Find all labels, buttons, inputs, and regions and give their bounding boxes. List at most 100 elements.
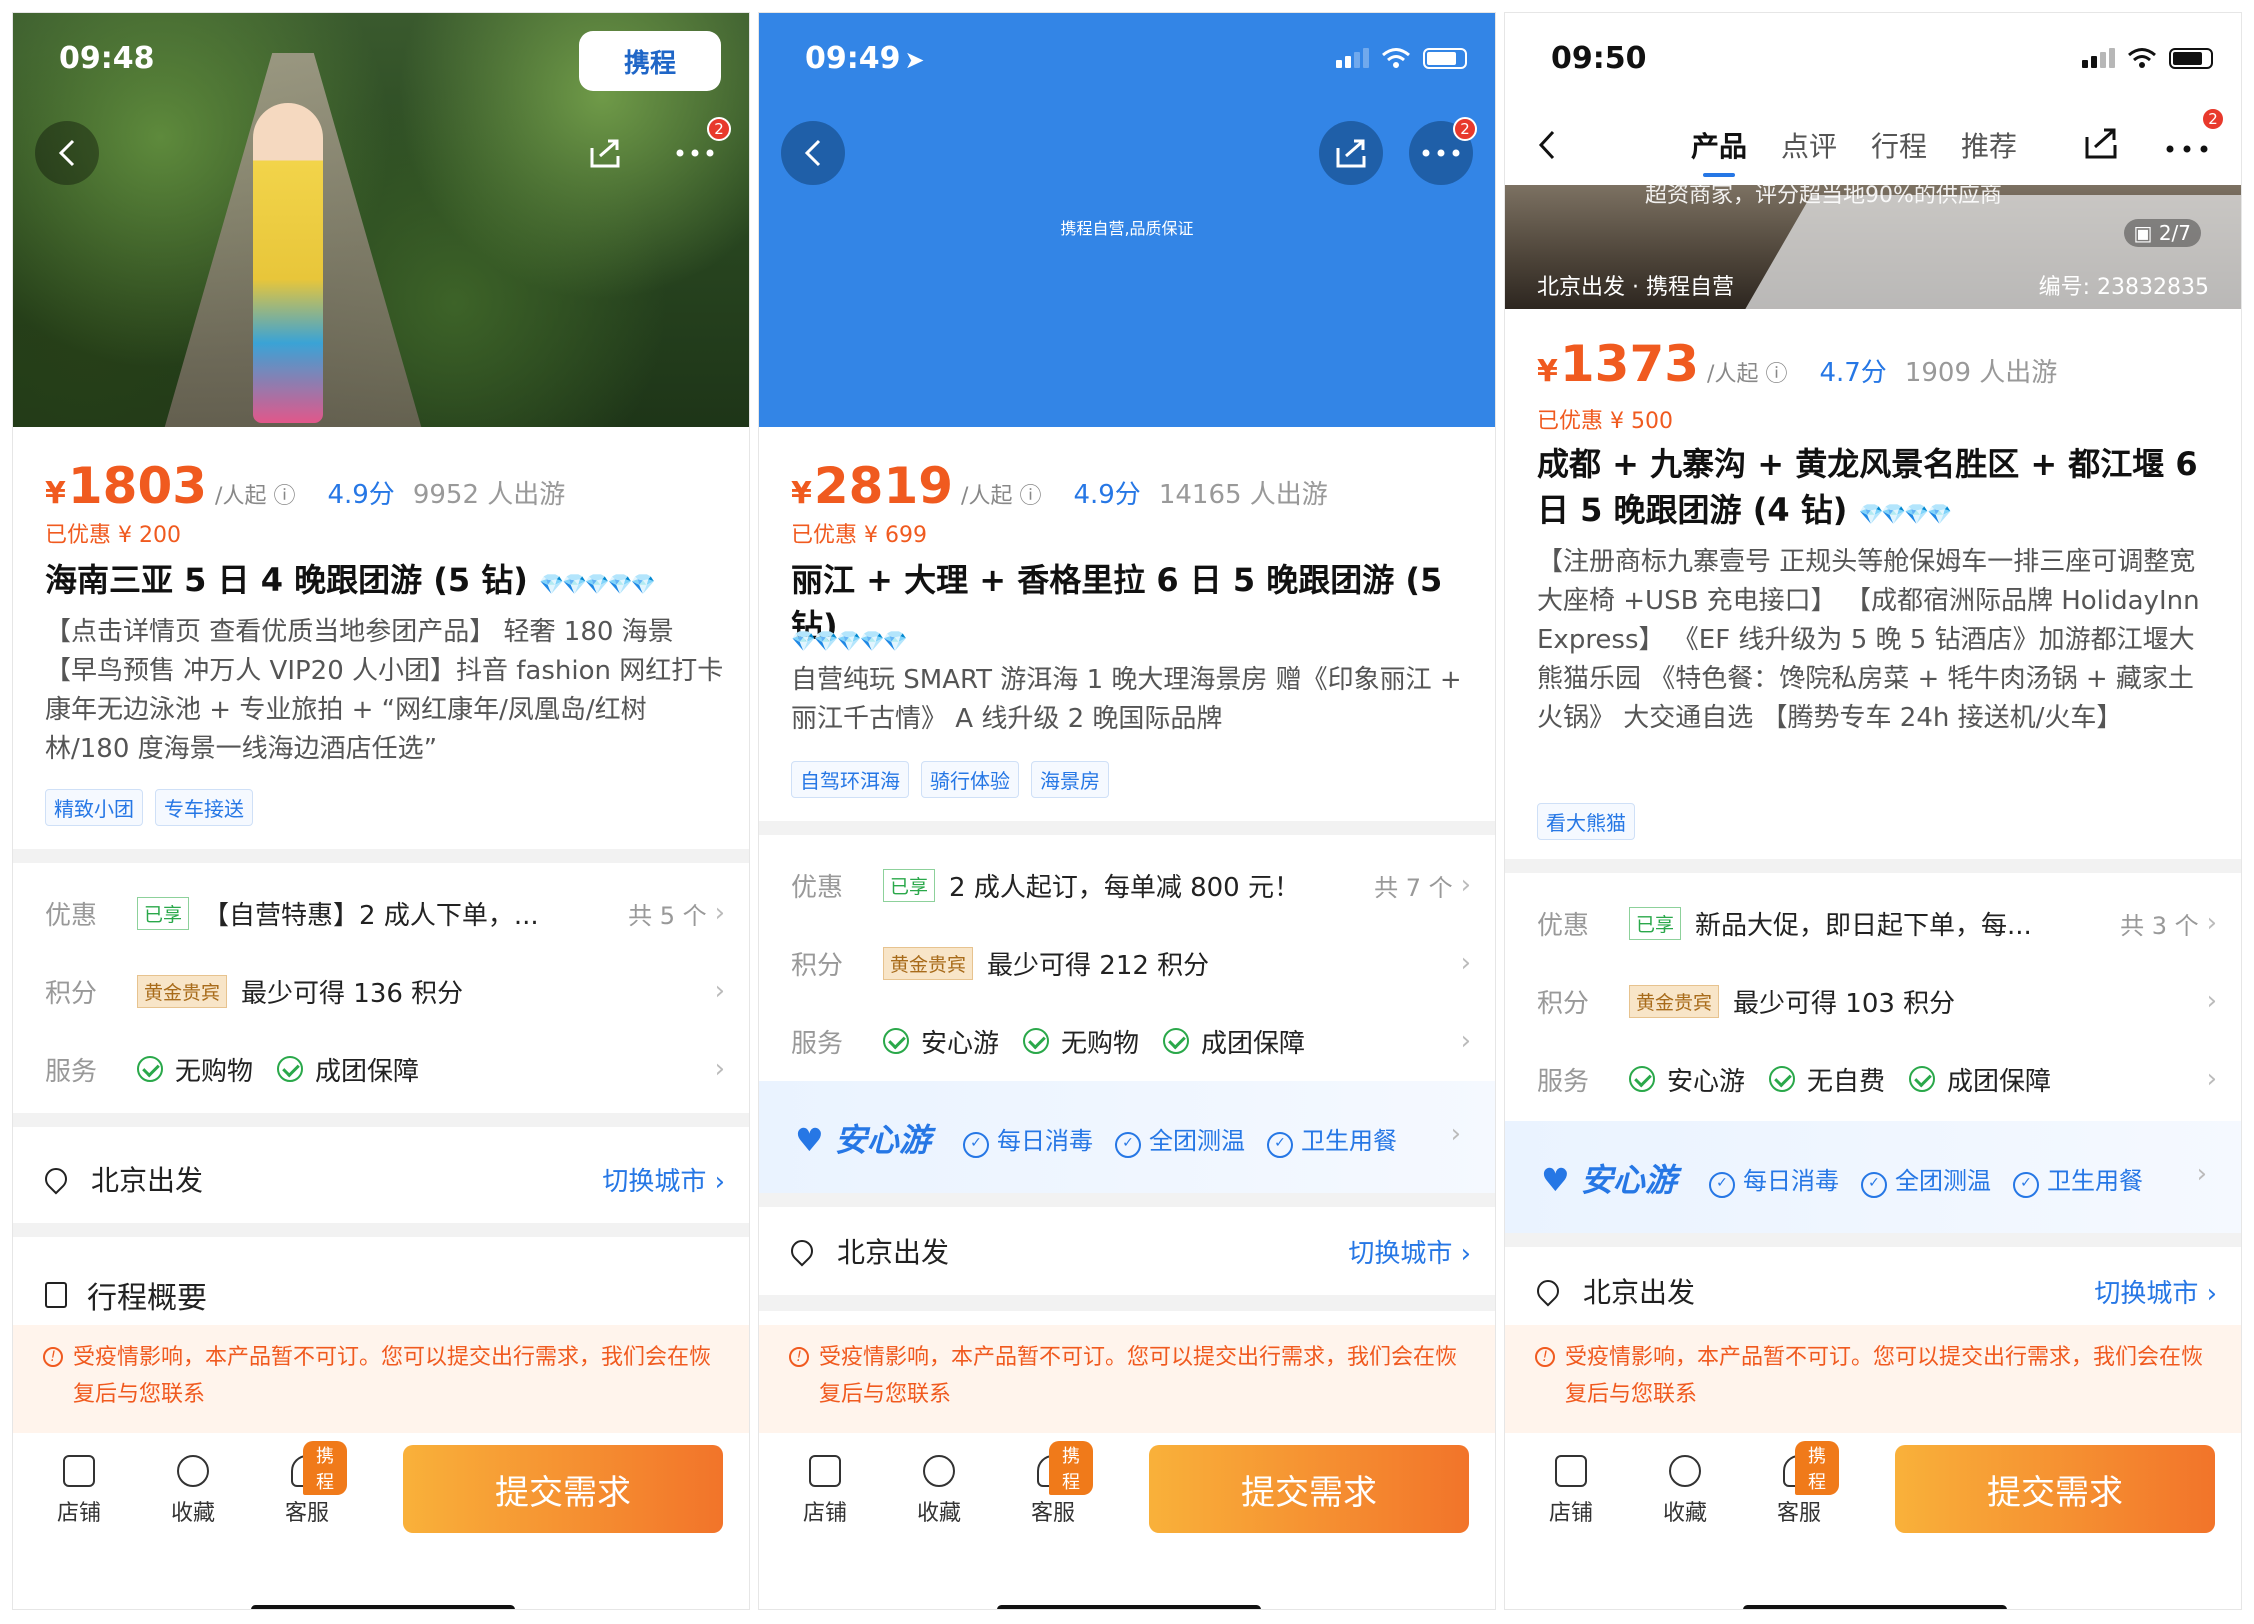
rating-score[interactable]: 4.9分: [327, 474, 394, 511]
safe-travel-items: 每日消毒 全团测温 卫生用餐: [1709, 1161, 2143, 1198]
gold-vip-badge: 黄金贵宾: [883, 946, 974, 980]
service-row[interactable]: 服务 安心游 无购物 成团保障 ›: [791, 1011, 1471, 1071]
chevron-right-icon: ›: [714, 976, 725, 1006]
favorite-button[interactable]: 收藏: [899, 1455, 979, 1527]
favorite-button[interactable]: 收藏: [1645, 1455, 1725, 1527]
price-unit[interactable]: /人起 ⓘ: [961, 478, 1041, 510]
share-icon[interactable]: [2083, 125, 2119, 161]
points-row[interactable]: 积分 黄金贵宾 最少可得 212 积分 ›: [791, 933, 1471, 993]
heart-icon: ♥: [1541, 1161, 1570, 1199]
switch-city-link[interactable]: 切换城市 ›: [602, 1161, 725, 1198]
product-id: 编号: 23832835: [2038, 275, 2209, 300]
back-button[interactable]: [35, 121, 99, 185]
submit-request-button[interactable]: 提交需求: [1149, 1445, 1469, 1533]
heart-icon: ♥: [795, 1121, 824, 1159]
more-button[interactable]: 2: [2165, 107, 2225, 153]
switch-city-link[interactable]: 切换城市 ›: [1348, 1233, 1471, 1270]
tab-reviews[interactable]: 点评: [1781, 125, 1837, 165]
customer-service-button[interactable]: 客服 携程: [1013, 1441, 1093, 1527]
switch-city-link[interactable]: 切换城市 ›: [2094, 1273, 2217, 1310]
service-item: 无自费: [1769, 1061, 1885, 1098]
heart-icon: [923, 1455, 955, 1487]
title-text: 海南三亚 5 日 4 晚跟团游 (5 钻): [45, 561, 528, 599]
image-count: ▣ 2/7: [2123, 219, 2201, 247]
points-row[interactable]: 积分 黄金贵宾 最少可得 103 积分 ›: [1537, 971, 2217, 1031]
chevron-right-icon: ›: [1460, 948, 1471, 978]
promotion-text: 【自营特惠】2 成人下单，...: [203, 900, 539, 931]
bottom-bar: 店铺 收藏 客服 携程 提交需求: [1505, 1433, 2241, 1609]
epidemic-notice: ! 受疫情影响，本产品暂不可订。您可以提交出行需求，我们会在恢复后与您联系: [13, 1325, 749, 1433]
enjoyed-badge: 已享: [1629, 906, 1682, 940]
promotion-row[interactable]: 优惠 已享 【自营特惠】2 成人下单，... 共 5 个 ›: [45, 883, 725, 943]
gallery-departure-text: 北京出发 · 携程自营: [1537, 275, 1734, 300]
itinerary-header[interactable]: 行程概要: [45, 1273, 207, 1317]
more-button[interactable]: 2: [1409, 117, 1477, 185]
traveler-count: 1909 人出游: [1904, 358, 2058, 388]
store-button[interactable]: 店铺: [39, 1455, 119, 1527]
share-button[interactable]: [1319, 121, 1383, 185]
phone-screen-lijiang: 携程自营,品质保证 09:49 ➤ 2 ¥ 2819 /人起 ⓘ 4.9分 141…: [758, 12, 1496, 1610]
notification-badge: 2: [2201, 107, 2225, 131]
submit-request-button[interactable]: 提交需求: [1895, 1445, 2215, 1533]
more-button[interactable]: 2: [663, 117, 731, 185]
tab-itinerary[interactable]: 行程: [1871, 125, 1927, 165]
divider: [759, 821, 1495, 835]
status-time: 09:50: [1551, 41, 1647, 76]
safe-travel-logo: ♥ 安心游: [795, 1121, 931, 1159]
promotion-row[interactable]: 优惠 已享 2 成人起订，每单减 800 元！ 共 7 个 ›: [791, 855, 1471, 915]
price-unit[interactable]: /人起 ⓘ: [215, 478, 295, 510]
rating-score[interactable]: 4.7分: [1819, 352, 1886, 389]
tag: 海景房: [1031, 761, 1109, 798]
service-item: 无购物: [1023, 1023, 1139, 1060]
safe-travel-banner[interactable]: ♥ 安心游 每日消毒 全团测温 卫生用餐 ›: [759, 1081, 1495, 1193]
tab-product[interactable]: 产品: [1691, 125, 1747, 177]
status-bar: 09:50: [1505, 13, 2241, 103]
safe-item: 卫生用餐: [1267, 1121, 1397, 1158]
battery-icon: [2169, 47, 2213, 69]
promotion-row[interactable]: 优惠 已享 新品大促，即日起下单，每... 共 3 个 ›: [1537, 893, 2217, 953]
chevron-left-icon[interactable]: [1535, 129, 1559, 161]
back-button[interactable]: [781, 121, 845, 185]
favorite-button[interactable]: 收藏: [153, 1455, 233, 1527]
chevron-left-icon: [804, 139, 821, 167]
safe-item: 卫生用餐: [2013, 1161, 2143, 1198]
service-row[interactable]: 服务 安心游 无自费 成团保障 ›: [1537, 1049, 2217, 1109]
discount-text: 已优惠 ¥ 500: [1537, 409, 1673, 434]
service-item: 安心游: [883, 1023, 999, 1060]
promotion-label: 优惠: [791, 872, 844, 903]
rating-score[interactable]: 4.9分: [1073, 474, 1140, 511]
submit-request-button[interactable]: 提交需求: [403, 1445, 723, 1533]
service-row[interactable]: 服务 无购物 成团保障 ›: [45, 1039, 725, 1099]
chevron-right-icon: ›: [714, 898, 725, 928]
notification-badge: 2: [707, 117, 731, 141]
store-button[interactable]: 店铺: [785, 1455, 865, 1527]
share-button[interactable]: [573, 121, 637, 185]
price: 1373: [1559, 335, 1700, 393]
gallery-overlay-text: 超资商家，评分超当地90%的供应商: [1645, 185, 2002, 208]
check-circle-icon: [1909, 1066, 1936, 1092]
promotion-label: 优惠: [1537, 910, 1590, 941]
points-row[interactable]: 积分 黄金贵宾 最少可得 136 积分 ›: [45, 961, 725, 1021]
price-unit[interactable]: /人起 ⓘ: [1707, 356, 1787, 388]
safe-item: 全团测温: [1115, 1121, 1245, 1158]
image-gallery[interactable]: 超资商家，评分超当地90%的供应商 ▣ 2/7 北京出发 · 携程自营 编号: …: [1505, 185, 2241, 309]
phone-screen-hainan: 09:48 携程 2 ¥ 1803 /人起 ⓘ 4.9分 9952 人出游 已优…: [12, 12, 750, 1610]
check-circle-icon: [1629, 1066, 1655, 1092]
safe-travel-banner[interactable]: ♥ 安心游 每日消毒 全团测温 卫生用餐 ›: [1505, 1121, 2241, 1233]
tab-recommend[interactable]: 推荐: [1961, 125, 2017, 165]
currency: ¥: [45, 476, 66, 511]
chevron-right-icon: ›: [2206, 986, 2217, 1016]
system-icons: [1336, 47, 1467, 69]
points-label: 积分: [45, 978, 98, 1009]
tag-list: 精致小团 专车接送: [45, 789, 253, 826]
customer-service-button[interactable]: 客服 携程: [267, 1441, 347, 1527]
currency: ¥: [791, 476, 812, 511]
share-icon: [590, 139, 620, 168]
customer-service-button[interactable]: 客服 携程: [1759, 1441, 1839, 1527]
battery-icon: [1423, 47, 1467, 69]
store-button[interactable]: 店铺: [1531, 1455, 1611, 1527]
enjoyed-badge: 已享: [137, 896, 190, 930]
service-label: 服务: [45, 1056, 98, 1087]
system-icons: [2082, 47, 2213, 69]
price-row: ¥ 2819 /人起 ⓘ 4.9分 14165 人出游: [791, 457, 1328, 515]
